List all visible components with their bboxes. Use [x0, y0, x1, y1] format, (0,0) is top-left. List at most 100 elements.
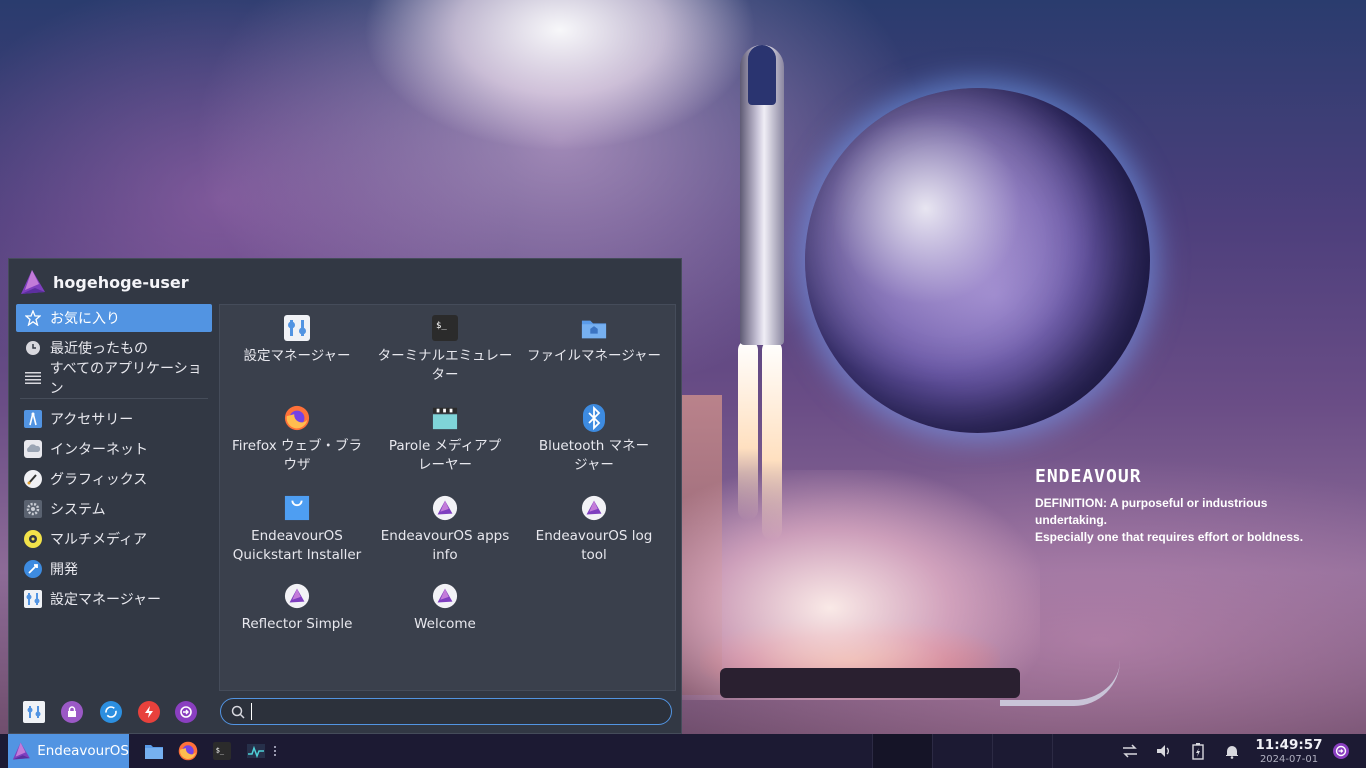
wallpaper-definition-line: DEFINITION: A purposeful or industrious …	[1035, 496, 1268, 527]
panel-separator-handle[interactable]	[268, 741, 282, 761]
category-label: マルチメディア	[50, 532, 148, 548]
volume-indicator[interactable]	[1154, 741, 1174, 761]
user-name: hogehoge-user	[53, 272, 189, 292]
folder-icon	[581, 315, 607, 341]
switch-user-button[interactable]	[100, 701, 122, 723]
category-favorites[interactable]: お気に入り	[16, 304, 212, 332]
star-icon	[24, 309, 42, 327]
app-settings-manager[interactable]: 設定マネージャー	[223, 305, 371, 366]
app-label: ウザ	[283, 457, 311, 473]
workspace-4[interactable]	[1052, 734, 1113, 768]
wallpaper-title: ENDEAVOUR	[1035, 466, 1142, 487]
clock[interactable]: 11:49:57 2024-07-01	[1252, 737, 1326, 765]
app-endeavouros-quickstart-installer[interactable]: EndeavourOS Quickstart Installer	[223, 485, 371, 565]
exhaust-flame-image	[738, 340, 758, 520]
category-label: グラフィックス	[50, 472, 148, 488]
app-label: ターミナルエミュレー	[377, 348, 513, 364]
drag-handle-icon	[274, 746, 276, 756]
app-label: 設定マネージャー	[243, 348, 351, 364]
app-welcome[interactable]: Welcome	[371, 573, 519, 634]
app-endeavouros-log-tool[interactable]: EndeavourOS log tool	[520, 485, 668, 565]
list-icon	[24, 369, 42, 387]
firefox-launcher[interactable]	[178, 741, 198, 761]
battery-icon	[1192, 743, 1204, 760]
bluetooth-icon	[581, 404, 607, 432]
clock-icon	[24, 339, 42, 357]
workspace-3[interactable]	[992, 734, 1053, 768]
app-label: Welcome	[414, 616, 476, 632]
clock-time: 11:49:57	[1255, 737, 1323, 753]
clock-date: 2024-07-01	[1259, 754, 1319, 765]
lock-screen-button[interactable]	[61, 701, 83, 723]
power-icon	[145, 706, 153, 718]
power-manager-indicator[interactable]	[1188, 741, 1208, 761]
category-label: システム	[50, 502, 106, 518]
app-label: Parole メディアプ	[388, 438, 502, 454]
app-firefox[interactable]: Firefox ウェブ・ブラ ウザ	[223, 395, 371, 475]
search-icon	[231, 705, 245, 719]
category-multimedia[interactable]: マルチメディア	[16, 525, 212, 553]
category-all-applications[interactable]: すべてのアプリケーション	[16, 361, 212, 397]
category-settings-manager[interactable]: 設定マネージャー	[16, 585, 212, 613]
rocket-nose-image	[748, 45, 776, 105]
notifications-indicator[interactable]	[1222, 741, 1242, 761]
cloud-icon	[24, 440, 42, 458]
endeavouros-icon	[432, 495, 458, 521]
system-monitor-launcher[interactable]	[246, 741, 266, 761]
app-label: ジャー	[574, 457, 614, 473]
app-bluetooth-manager[interactable]: Bluetooth マネー ジャー	[520, 395, 668, 475]
app-reflector-simple[interactable]: Reflector Simple	[223, 573, 371, 634]
taskbar: EndeavourOS $_ 11:49:57 2024-07-01	[0, 734, 1366, 768]
terminal-launcher[interactable]: $_	[212, 741, 232, 761]
application-menu: hogehoge-user お気に入り 最近使ったもの すべてのアプリケーション	[8, 258, 682, 734]
settings-manager-icon	[284, 315, 310, 341]
category-internet[interactable]: インターネット	[16, 435, 212, 463]
multimedia-icon	[24, 530, 42, 548]
search-input[interactable]	[258, 703, 662, 720]
endeavouros-icon	[284, 583, 310, 609]
app-terminal-emulator[interactable]: $_ ターミナルエミュレー ター	[371, 305, 519, 385]
logout-icon	[180, 706, 192, 718]
svg-text:$_: $_	[436, 321, 447, 331]
logout-button[interactable]	[175, 701, 197, 723]
endeavouros-icon	[581, 495, 607, 521]
settings-button[interactable]	[23, 701, 45, 723]
category-system[interactable]: システム	[16, 495, 212, 523]
app-parole-media-player[interactable]: Parole メディアプ レーヤー	[371, 395, 519, 475]
accessories-icon	[24, 410, 42, 428]
category-accessories[interactable]: アクセサリー	[16, 405, 212, 433]
app-label: info	[432, 547, 458, 563]
workspace-1[interactable]	[872, 734, 933, 768]
exhaust-flame-image	[762, 340, 782, 540]
svg-text:$_: $_	[216, 746, 225, 754]
app-label: EndeavourOS log	[535, 528, 653, 544]
system-monitor-icon	[247, 744, 265, 759]
endeavouros-logo-icon	[21, 270, 45, 294]
terminal-icon: $_	[213, 742, 231, 760]
app-label: EndeavourOS apps	[380, 528, 510, 544]
category-label: 設定マネージャー	[50, 592, 162, 608]
session-menu-button[interactable]	[1331, 741, 1351, 761]
text-cursor	[251, 703, 252, 720]
network-indicator[interactable]	[1120, 741, 1140, 761]
workspace-2[interactable]	[932, 734, 993, 768]
category-graphics[interactable]: グラフィックス	[16, 465, 212, 493]
app-label: Firefox ウェブ・ブラ	[232, 438, 362, 454]
file-manager-launcher[interactable]	[144, 741, 164, 761]
applications-menu-button[interactable]: EndeavourOS	[8, 734, 129, 768]
app-endeavouros-apps-info[interactable]: EndeavourOS apps info	[371, 485, 519, 565]
search-box[interactable]	[220, 698, 672, 725]
app-label: Reflector Simple	[241, 616, 353, 632]
power-button[interactable]	[138, 701, 160, 723]
wallpaper-definition-line: Especially one that requires effort or b…	[1035, 530, 1304, 544]
lock-icon	[68, 706, 76, 717]
network-arrows-icon	[1123, 744, 1137, 758]
category-label: アクセサリー	[50, 412, 134, 428]
app-file-manager[interactable]: ファイルマネージャー	[520, 305, 668, 366]
speaker-icon	[1157, 745, 1169, 757]
settings-icon	[27, 706, 41, 718]
gear-icon	[24, 500, 42, 518]
category-development[interactable]: 開発	[16, 555, 212, 583]
app-label: ファイルマネージャー	[526, 348, 662, 364]
launch-pad-image	[720, 668, 1020, 698]
